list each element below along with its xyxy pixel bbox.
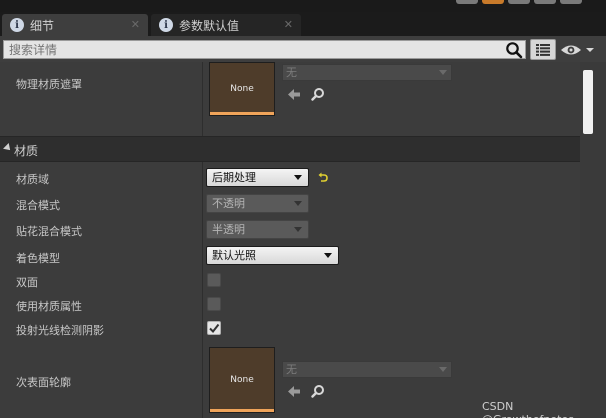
- search-input[interactable]: [3, 40, 526, 59]
- asset-tools: [287, 384, 325, 398]
- blend-mode-dropdown[interactable]: 不透明: [206, 194, 309, 213]
- eye-icon: [561, 45, 581, 55]
- browse-magnifier-icon[interactable]: [311, 87, 325, 101]
- chevron-down-icon: [324, 253, 332, 258]
- asset-thumbnail[interactable]: None: [209, 62, 275, 116]
- grid-view-icon: [536, 43, 550, 56]
- tab-parameter-defaults[interactable]: i 参数默认值 ✕: [151, 14, 301, 36]
- property-row: 使用材质属性: [0, 294, 580, 316]
- collapse-arrow-icon: [3, 143, 13, 153]
- property-label: 材质域: [16, 173, 49, 186]
- property-label: 投射光线检测阴影: [16, 324, 104, 337]
- window-button-highlighted[interactable]: [482, 0, 504, 4]
- tab-label: 细节: [30, 18, 55, 33]
- property-row: 投射光线检测阴影: [0, 318, 580, 340]
- tab-details[interactable]: i 细节 ✕: [2, 14, 148, 36]
- section-header-material[interactable]: 材质: [0, 136, 580, 162]
- search-bar: [0, 36, 606, 62]
- property-row: 双面: [0, 270, 580, 292]
- asset-picker-combo[interactable]: 无: [282, 64, 452, 81]
- search-icon[interactable]: [505, 41, 523, 59]
- chevron-down-icon: [439, 367, 447, 372]
- property-label: 次表面轮廓: [16, 376, 71, 389]
- window-top-strip: [0, 0, 606, 12]
- asset-picker-value: 无: [286, 363, 297, 376]
- checkmark-icon: [209, 323, 220, 334]
- scrollbar-thumb[interactable]: [583, 70, 593, 134]
- browse-magnifier-icon[interactable]: [311, 384, 325, 398]
- chevron-down-icon: [439, 70, 447, 75]
- property-label: 贴花混合模式: [16, 225, 82, 238]
- window-button[interactable]: [456, 0, 478, 4]
- close-icon[interactable]: ✕: [284, 18, 293, 31]
- use-material-attributes-checkbox[interactable]: [207, 297, 221, 311]
- two-sided-checkbox[interactable]: [207, 273, 221, 287]
- dropdown-value: 不透明: [212, 197, 245, 210]
- property-label: 着色模型: [16, 252, 60, 265]
- info-icon: i: [159, 18, 173, 32]
- chevron-down-icon: [586, 48, 594, 52]
- property-label: 混合模式: [16, 199, 60, 212]
- asset-picker-combo[interactable]: 无: [282, 361, 452, 378]
- view-options-button[interactable]: [560, 41, 596, 59]
- property-label: 使用材质属性: [16, 300, 82, 313]
- reset-to-default-icon[interactable]: [318, 172, 328, 182]
- window-button[interactable]: [508, 0, 530, 4]
- info-icon: i: [10, 18, 24, 32]
- watermark: CSDN @Growthofnotes: [482, 400, 574, 418]
- property-label: 物理材质遮罩: [16, 78, 82, 91]
- dropdown-value: 半透明: [212, 223, 245, 236]
- asset-picker-value: 无: [286, 66, 297, 79]
- cast-ray-traced-shadows-checkbox[interactable]: [207, 321, 221, 335]
- property-label: 双面: [16, 276, 38, 289]
- asset-tools: [287, 87, 325, 101]
- tab-bar: i 细节 ✕ i 参数默认值 ✕: [0, 12, 606, 36]
- decal-blend-mode-dropdown[interactable]: 半透明: [206, 220, 309, 239]
- shading-model-dropdown[interactable]: 默认光照: [206, 246, 339, 265]
- material-domain-dropdown[interactable]: 后期处理: [206, 168, 309, 187]
- grid-view-button[interactable]: [530, 39, 556, 60]
- window-button[interactable]: [534, 0, 556, 4]
- chevron-down-icon: [294, 175, 302, 180]
- tab-label: 参数默认值: [179, 18, 240, 33]
- use-selected-arrow-icon[interactable]: [287, 385, 301, 398]
- dropdown-value: 后期处理: [212, 171, 256, 184]
- asset-thumbnail[interactable]: None: [209, 347, 275, 413]
- close-icon[interactable]: ✕: [131, 18, 140, 31]
- chevron-down-icon: [294, 201, 302, 206]
- window-button[interactable]: [560, 0, 582, 4]
- dropdown-value: 默认光照: [212, 249, 256, 262]
- section-title: 材质: [14, 144, 39, 158]
- use-selected-arrow-icon[interactable]: [287, 88, 301, 101]
- chevron-down-icon: [294, 227, 302, 232]
